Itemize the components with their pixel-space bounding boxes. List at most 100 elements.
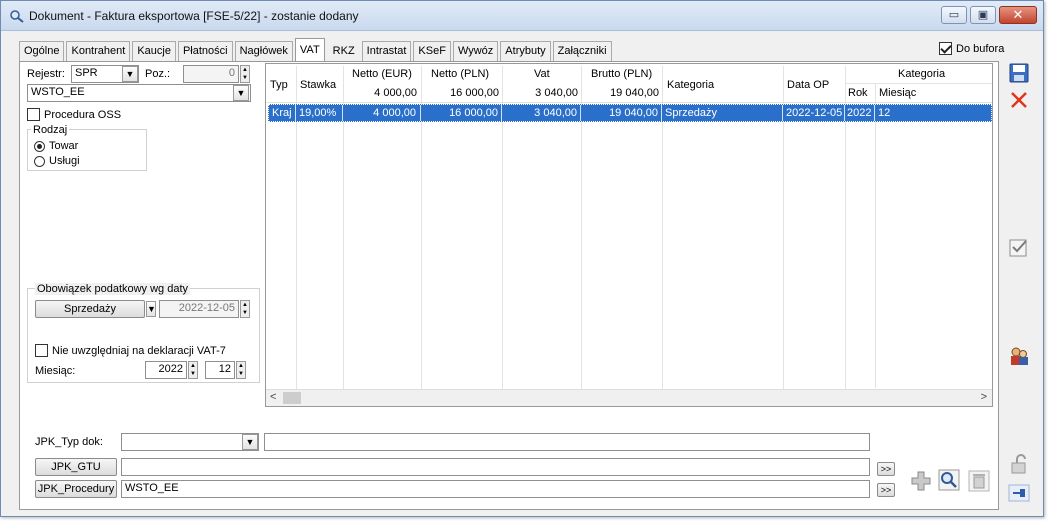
jpk-procedury-input[interactable]: WSTO_EE bbox=[121, 480, 870, 498]
trash-icon[interactable] bbox=[968, 470, 990, 492]
tab-zalaczniki[interactable]: Załączniki bbox=[552, 41, 612, 61]
jpk-gtu-more-button[interactable]: >> bbox=[877, 462, 895, 476]
tab-atrybuty[interactable]: Atrybuty bbox=[500, 41, 551, 61]
tab-ksef[interactable]: KSeF bbox=[413, 41, 451, 61]
nie-uwzgledniaj-checkbox[interactable] bbox=[35, 344, 48, 357]
maximize-icon: ▣ bbox=[977, 9, 989, 21]
radio-uslugi-label: Usługi bbox=[49, 155, 80, 167]
magnifier-icon bbox=[10, 10, 24, 23]
magnifier-icon[interactable] bbox=[938, 469, 960, 491]
cell-miesiac: 12 bbox=[878, 107, 891, 119]
cell-data-op: 2022-12-05 bbox=[786, 107, 843, 119]
col-typ[interactable]: Typ bbox=[270, 79, 288, 91]
col-vat[interactable]: Vat bbox=[534, 68, 550, 80]
rodzaj-title: Rodzaj bbox=[31, 124, 70, 136]
close-red-icon[interactable] bbox=[1008, 89, 1030, 111]
cell-rok: 2022 bbox=[847, 107, 872, 119]
close-button[interactable]: ✕ bbox=[999, 6, 1037, 24]
procedura-oss-label: Procedura OSS bbox=[44, 108, 122, 121]
tab-platnosci[interactable]: Płatności bbox=[177, 41, 233, 61]
year-stepper[interactable]: ▲ ▼ bbox=[188, 361, 198, 379]
tab-ogolne[interactable]: Ogólne bbox=[19, 41, 65, 61]
obowiazek-title: Obowiązek podatkowy wg daty bbox=[35, 283, 191, 295]
cell-stawka: 19,00% bbox=[299, 107, 337, 119]
total-netto-pln: 16 000,00 bbox=[450, 87, 499, 99]
register-combo[interactable]: WSTO_EE bbox=[27, 84, 251, 102]
do-bufora-label: Do bufora bbox=[956, 42, 1005, 55]
vat-table: Typ Stawka Netto (EUR) Netto (PLN) Vat B… bbox=[265, 63, 993, 407]
tab-vat[interactable]: VAT bbox=[294, 38, 325, 61]
procedura-oss-checkbox[interactable] bbox=[27, 108, 40, 121]
chevron-down-icon[interactable]: ▼ bbox=[122, 66, 138, 82]
jpk-procedury-button[interactable]: JPK_Procedury bbox=[35, 480, 117, 498]
tab-wywoz[interactable]: Wywóz bbox=[452, 41, 499, 61]
table-row[interactable]: Kraj 19,00% 4 000,00 16 000,00 3 040,00 … bbox=[268, 104, 992, 122]
poz-stepper[interactable]: ▲ ▼ bbox=[240, 65, 250, 83]
cell-vat: 3 040,00 bbox=[534, 107, 577, 119]
col-netto-eur[interactable]: Netto (EUR) bbox=[352, 68, 412, 80]
radio-towar-indicator[interactable] bbox=[34, 140, 45, 152]
total-brutto-pln: 19 040,00 bbox=[610, 87, 659, 99]
horizontal-scrollbar[interactable]: < > bbox=[266, 389, 992, 406]
col-netto-pln[interactable]: Netto (PLN) bbox=[431, 68, 489, 80]
tab-kaucje[interactable]: Kaucje bbox=[132, 41, 176, 61]
maximize-button[interactable]: ▣ bbox=[970, 6, 996, 24]
tab-intrastat[interactable]: Intrastat bbox=[361, 41, 412, 61]
year-input[interactable]: 2022 bbox=[145, 361, 187, 379]
month-input[interactable]: 12 bbox=[205, 361, 235, 379]
pin-icon[interactable] bbox=[1008, 482, 1030, 504]
tab-rkz[interactable]: RKZ bbox=[328, 41, 360, 61]
poz-input[interactable]: 0 bbox=[183, 65, 239, 83]
jpk-gtu-button[interactable]: JPK_GTU bbox=[35, 458, 117, 476]
total-netto-eur: 4 000,00 bbox=[374, 87, 417, 99]
col-stawka[interactable]: Stawka bbox=[300, 79, 336, 91]
col-kategoria-group: Kategoria bbox=[898, 68, 946, 80]
minimize-button[interactable]: ▭ bbox=[941, 6, 967, 24]
unlock-icon[interactable] bbox=[1008, 453, 1030, 475]
sprzedazy-button[interactable]: Sprzedaży bbox=[35, 300, 145, 318]
radio-towar[interactable]: Towar bbox=[34, 140, 78, 152]
cell-kategoria: Sprzedaży bbox=[665, 107, 717, 119]
chevron-down-icon[interactable]: ▼ bbox=[233, 85, 249, 101]
col-rok[interactable]: Rok bbox=[848, 87, 868, 99]
col-miesiac[interactable]: Miesiąc bbox=[879, 87, 916, 99]
chevron-down-icon[interactable]: ▼ bbox=[146, 301, 156, 317]
scroll-thumb[interactable] bbox=[283, 392, 301, 404]
save-icon[interactable] bbox=[1008, 62, 1030, 84]
do-bufora-toggle[interactable]: Do bufora bbox=[939, 42, 1004, 55]
col-brutto-pln[interactable]: Brutto (PLN) bbox=[591, 68, 652, 80]
poz-label: Poz.: bbox=[145, 68, 171, 80]
col-kategoria[interactable]: Kategoria bbox=[667, 79, 714, 91]
rejestr-label: Rejestr: bbox=[27, 68, 65, 80]
tab-bar: Ogólne Kontrahent Kaucje Płatności Nagłó… bbox=[19, 38, 614, 61]
close-icon: ✕ bbox=[1012, 7, 1024, 22]
nie-uwzgledniaj-toggle[interactable]: Nie uwzględniaj na deklaracji VAT-7 bbox=[35, 344, 226, 357]
cell-typ: Kraj bbox=[272, 107, 292, 119]
col-data-op[interactable]: Data OP bbox=[787, 79, 829, 91]
title-bar: Dokument - Faktura eksportowa [FSE-5/22]… bbox=[1, 1, 1043, 31]
chevron-down-icon[interactable]: ▼ bbox=[242, 434, 258, 450]
jpk-procedury-more-button[interactable]: >> bbox=[877, 483, 895, 497]
jpk-typ-dok-select[interactable] bbox=[121, 433, 259, 451]
people-icon[interactable] bbox=[1008, 345, 1030, 367]
plus-icon[interactable] bbox=[910, 470, 932, 492]
procedura-oss-toggle[interactable]: Procedura OSS bbox=[27, 108, 121, 121]
tab-kontrahent[interactable]: Kontrahent bbox=[66, 41, 131, 61]
jpk-gtu-input[interactable] bbox=[121, 458, 870, 476]
tab-naglowek[interactable]: Nagłówek bbox=[234, 41, 293, 61]
minimize-icon: ▭ bbox=[948, 9, 960, 21]
date-stepper[interactable]: ▲ ▼ bbox=[240, 300, 250, 318]
scroll-left-icon[interactable]: < bbox=[270, 391, 276, 403]
document-window: Dokument - Faktura eksportowa [FSE-5/22]… bbox=[0, 0, 1044, 517]
obowiazek-date[interactable]: 2022-12-05 bbox=[159, 300, 239, 318]
scroll-right-icon[interactable]: > bbox=[981, 391, 987, 403]
radio-uslugi[interactable]: Usługi bbox=[34, 155, 80, 167]
window-title: Dokument - Faktura eksportowa [FSE-5/22]… bbox=[29, 9, 359, 23]
cell-brutto-pln: 19 040,00 bbox=[609, 107, 658, 119]
jpk-typ-dok-description[interactable] bbox=[264, 433, 870, 451]
radio-uslugi-indicator[interactable] bbox=[34, 155, 45, 167]
do-bufora-checkbox[interactable] bbox=[939, 42, 952, 55]
nie-uwzgledniaj-label: Nie uwzględniaj na deklaracji VAT-7 bbox=[52, 344, 226, 357]
month-stepper[interactable]: ▲ ▼ bbox=[236, 361, 246, 379]
checkbox-icon[interactable] bbox=[1008, 237, 1030, 259]
